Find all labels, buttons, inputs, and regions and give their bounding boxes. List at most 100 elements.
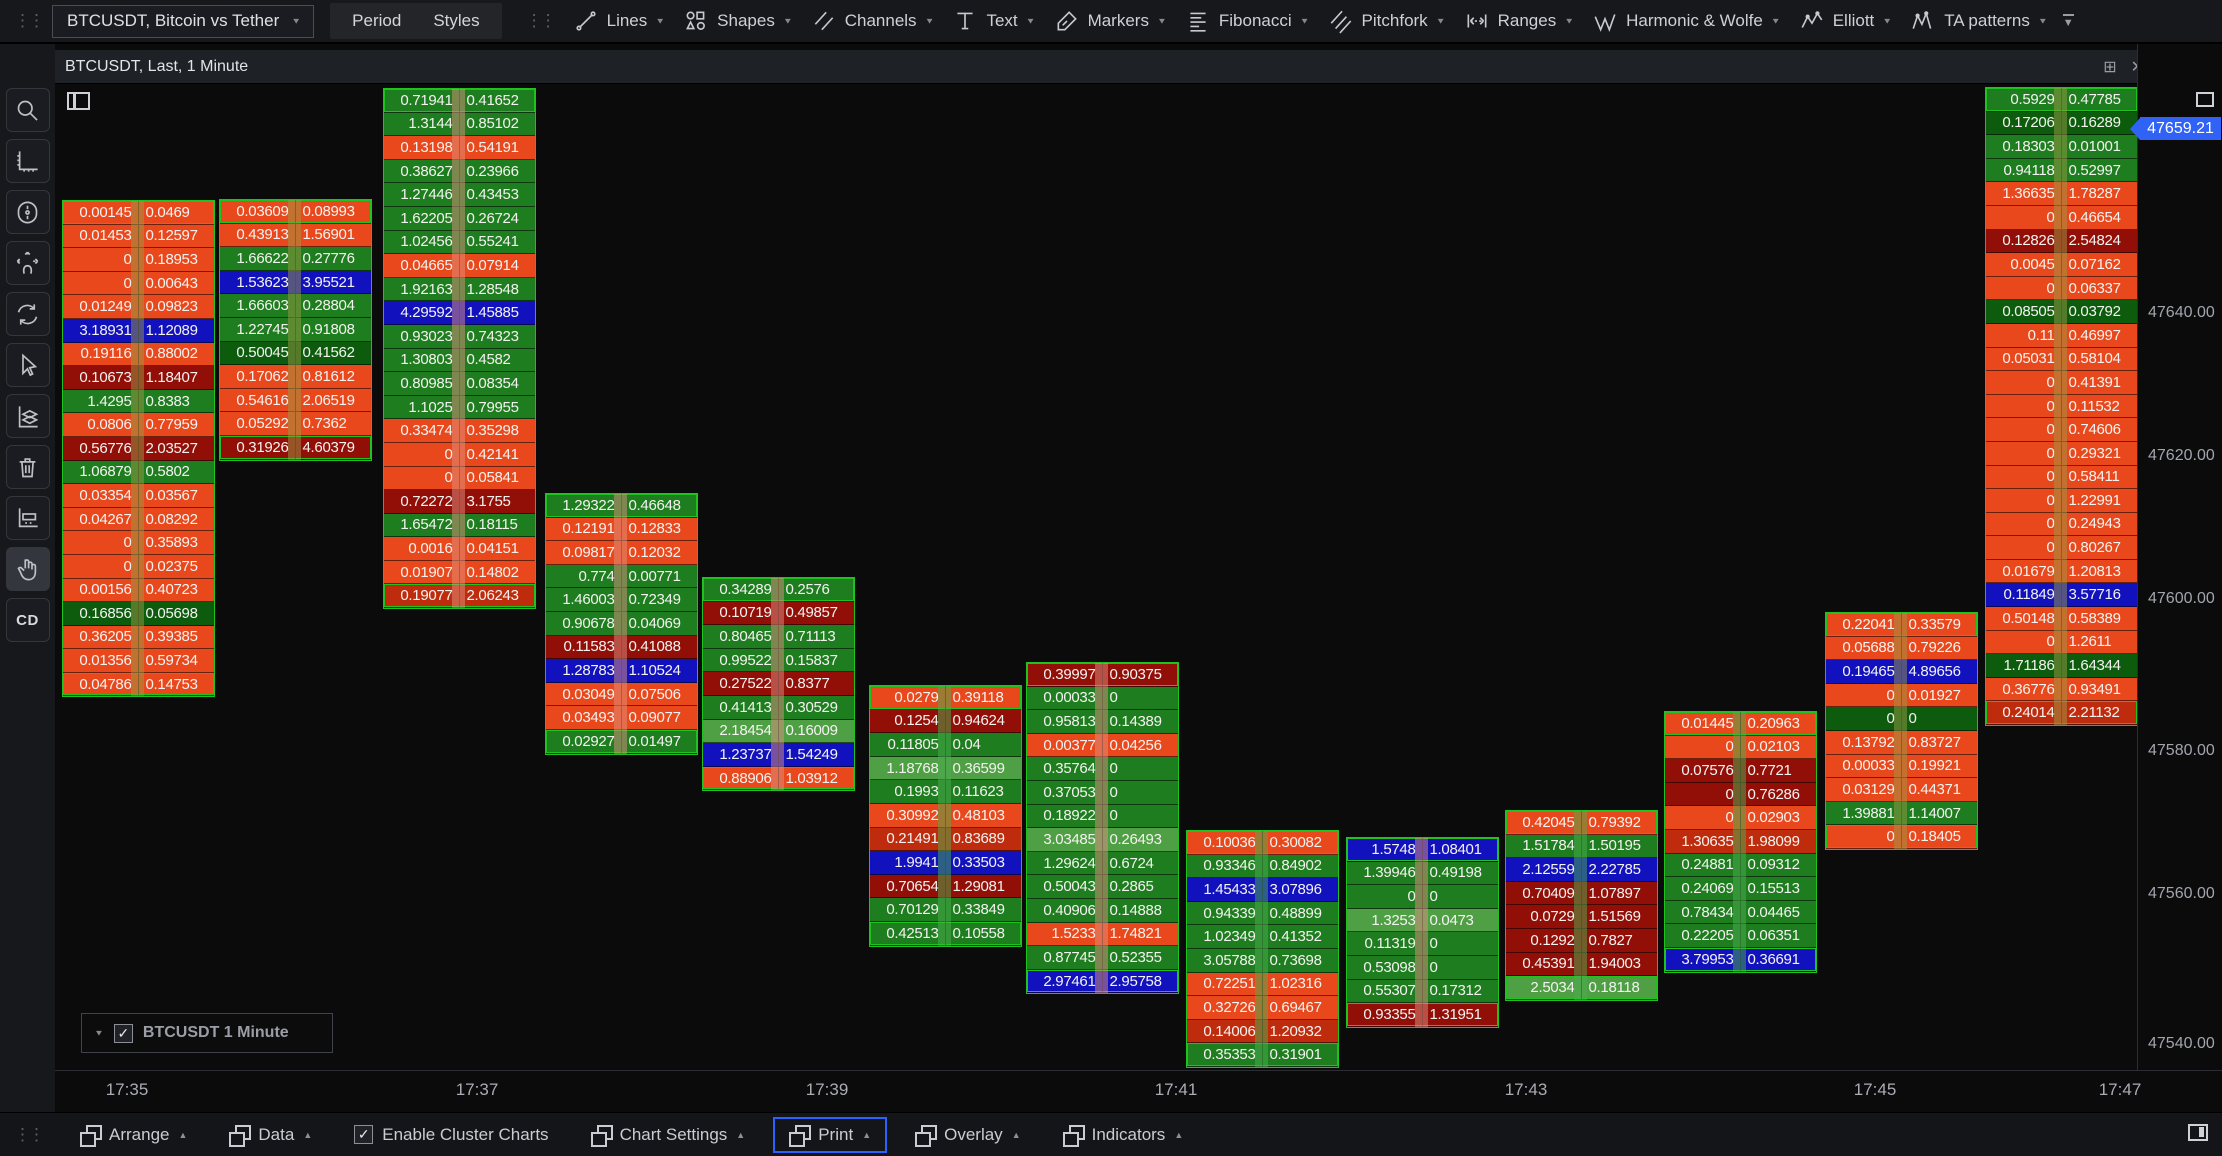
pan-tool-button[interactable] (6, 241, 50, 285)
indicators-button[interactable]: Indicators ▲ (1049, 1117, 1198, 1153)
tool-text[interactable]: Text ▼ (943, 0, 1044, 43)
tool-channels[interactable]: Channels ▼ (802, 0, 944, 43)
buy-volume: 0.42141 (460, 443, 536, 466)
sell-volume: 0.78434 (1665, 901, 1741, 924)
cd-tool-button[interactable]: CD (6, 598, 50, 642)
price-axis[interactable]: 47640.00 47620.00 47600.00 47580.00 4756… (2137, 44, 2222, 1070)
overlay-button[interactable]: Overlay ▲ (901, 1117, 1035, 1153)
delete-button[interactable] (6, 445, 50, 489)
chart-settings-button[interactable]: Chart Settings ▲ (577, 1117, 760, 1153)
data-button[interactable]: Data ▲ (215, 1117, 326, 1153)
volume-profile-button[interactable] (6, 496, 50, 540)
buy-volume: 0.14389 (1103, 710, 1179, 733)
time-label: 17:37 (456, 1080, 499, 1100)
one-click-trading-button[interactable] (6, 547, 50, 591)
cluster-row: 0.012490.09823 (63, 295, 214, 319)
chevron-down-icon[interactable]: ▼ (783, 17, 793, 26)
sell-volume: 1.02349 (1187, 925, 1263, 948)
buy-volume: 1.29081 (946, 875, 1022, 898)
buy-volume: 0.0473 (1423, 909, 1499, 932)
chevron-down-icon[interactable]: ▼ (1564, 17, 1574, 26)
sell-volume: 1.4295 (63, 390, 139, 413)
cluster-row: 0.030490.07506 (546, 683, 697, 707)
tool-harmonic-wolfe[interactable]: Harmonic & Wolfe ▼ (1583, 0, 1790, 43)
arrange-button[interactable]: Arrange ▲ (66, 1117, 201, 1153)
left-tool-sidebar: CD (0, 44, 55, 1112)
ranges-icon (1464, 8, 1490, 34)
cluster-row: 2.50340.18118 (1506, 976, 1657, 1000)
styles-button[interactable]: Styles (417, 11, 495, 31)
chevron-down-icon[interactable]: ▼ (1026, 17, 1036, 26)
toolbar-grip-icon[interactable]: ⋮⋮ (0, 0, 52, 43)
buy-volume: 0 (1103, 781, 1179, 804)
pane-toggle-icon[interactable] (2196, 92, 2214, 107)
sell-volume: 1.71186 (1986, 654, 2062, 677)
cluster-row: 0.042670.08292 (63, 508, 214, 532)
buy-volume: 0.06351 (1741, 924, 1817, 947)
chevron-down-icon[interactable]: ▼ (94, 1029, 104, 1038)
cluster-row: 00.18405 (1826, 825, 1977, 849)
time-axis[interactable]: 17:35 17:37 17:39 17:41 17:43 17:45 17:4… (0, 1070, 2222, 1112)
cluster-row: 0.172060.16289 (1986, 112, 2137, 136)
tool-pitchfork[interactable]: Pitchfork ▼ (1319, 0, 1455, 43)
sell-volume: 0.03609 (220, 200, 296, 223)
chevron-down-icon[interactable]: ▼ (2038, 17, 2048, 26)
cluster-row: 00.11532 (1986, 395, 2137, 419)
axes-scale-button[interactable] (6, 139, 50, 183)
cluster-row: 0.014530.12597 (63, 225, 214, 249)
buy-volume: 2.95758 (1103, 970, 1179, 993)
crosshair-mode-button[interactable] (6, 190, 50, 234)
tool-elliott[interactable]: Elliott ▼ (1790, 0, 1901, 43)
enable-cluster-charts-checkbox[interactable]: ✓ (354, 1125, 373, 1144)
cluster-row: 01.22991 (1986, 489, 2137, 513)
cluster-row: 0.034930.09077 (546, 706, 697, 730)
buy-volume: 0.08292 (139, 508, 215, 531)
tool-lines[interactable]: Lines ▼ (564, 0, 675, 43)
cluster-row: 00.01927 (1826, 684, 1977, 708)
tool-shapes[interactable]: Shapes ▼ (674, 0, 802, 43)
series-legend[interactable]: ▼ ✓ BTCUSDT 1 Minute (81, 1013, 333, 1053)
layers-button[interactable] (6, 394, 50, 438)
chevron-down-icon[interactable]: ▼ (1300, 17, 1310, 26)
sell-volume: 1.92163 (384, 278, 460, 301)
buy-volume: 1.50195 (1582, 835, 1658, 858)
panel-corner-icon[interactable] (2188, 1124, 2208, 1141)
print-button[interactable]: Print ▲ (773, 1117, 887, 1153)
tool-fibonacci[interactable]: Fibonacci ▼ (1176, 0, 1319, 43)
sell-volume: 0.11849 (1986, 583, 2062, 606)
buy-volume: 0.8383 (139, 390, 215, 413)
chevron-down-icon[interactable]: ▼ (1771, 17, 1781, 26)
period-button[interactable]: Period (336, 11, 417, 31)
buy-volume: 0.47785 (2062, 88, 2138, 111)
chevron-down-icon[interactable]: ▼ (1882, 17, 1892, 26)
sell-volume: 0 (384, 443, 460, 466)
zoom-tool-button[interactable] (6, 88, 50, 132)
enable-cluster-charts-toggle[interactable]: ✓ Enable Cluster Charts (340, 1117, 562, 1153)
toolbar-grip-icon[interactable]: ⋮⋮ (0, 1113, 52, 1156)
toolbar-grip-icon[interactable]: ⋮⋮ (512, 0, 564, 43)
ta-patterns-icon (1910, 8, 1936, 34)
cluster-row: 0.106731.18407 (63, 366, 214, 390)
tool-markers[interactable]: Markers ▼ (1045, 0, 1176, 43)
tool-ta-patterns[interactable]: TA patterns ▼ (1901, 0, 2057, 43)
maximize-pane-icon[interactable]: ⊞ (2103, 57, 2116, 77)
chart-canvas[interactable]: 0.001450.04690.014530.1259700.1895300.00… (0, 0, 2222, 1156)
cluster-row: 0.000330.19921 (1826, 755, 1977, 779)
chevron-down-icon[interactable]: ▼ (1157, 17, 1167, 26)
time-label: 17:43 (1505, 1080, 1548, 1100)
cluster-row: 01.2611 (1986, 631, 2137, 655)
chevron-down-icon[interactable]: ▼ (925, 17, 935, 26)
chevron-down-icon[interactable]: ▼ (655, 17, 665, 26)
chevron-down-icon[interactable]: ▼ (1436, 17, 1446, 26)
sell-volume: 0.70129 (870, 898, 946, 921)
symbol-selector[interactable]: BTCUSDT, Bitcoin vs Tether ▼ (52, 5, 314, 38)
footprint-cluster: 0.014450.2096300.021030.075760.772100.76… (1664, 711, 1817, 973)
series-visibility-checkbox[interactable]: ✓ (114, 1024, 133, 1043)
toolbar-overflow-icon[interactable]: ▼ (2063, 14, 2074, 28)
sell-volume: 0.24069 (1665, 877, 1741, 900)
tool-ranges[interactable]: Ranges ▼ (1455, 0, 1584, 43)
buy-volume: 0.18405 (1902, 825, 1978, 848)
cluster-row: 0.033540.03567 (63, 484, 214, 508)
cursor-tool-button[interactable] (6, 343, 50, 387)
refresh-button[interactable] (6, 292, 50, 336)
